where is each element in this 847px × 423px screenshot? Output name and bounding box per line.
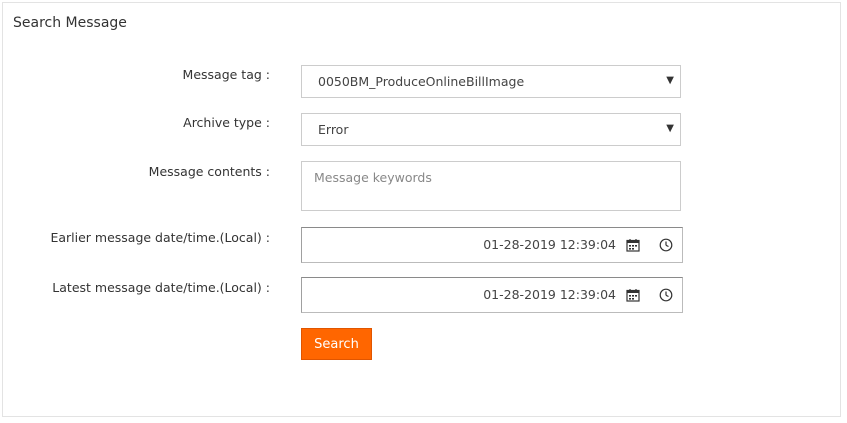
archive-type-label: Archive type : — [183, 115, 270, 130]
latest-datetime-input[interactable]: 01-28-2019 12:39:04 — [301, 277, 683, 313]
earlier-datetime-input[interactable]: 01-28-2019 12:39:04 — [301, 227, 683, 263]
earlier-datetime-label: Earlier message date/time.(Local) : — [50, 230, 270, 245]
search-message-panel: Search Message Message tag : 0050BM_Prod… — [2, 2, 841, 417]
chevron-down-icon: ▼ — [666, 75, 674, 86]
message-tag-select[interactable]: 0050BM_ProduceOnlineBillImage ▼ — [301, 65, 681, 98]
message-contents-label: Message contents : — [148, 164, 270, 179]
chevron-down-icon: ▼ — [666, 123, 674, 134]
message-contents-input[interactable] — [301, 161, 681, 211]
clock-icon[interactable] — [659, 238, 673, 252]
latest-datetime-value: 01-28-2019 12:39:04 — [483, 287, 616, 302]
search-button[interactable]: Search — [301, 328, 372, 360]
calendar-icon[interactable] — [626, 288, 640, 302]
calendar-icon[interactable] — [626, 238, 640, 252]
archive-type-select[interactable]: Error ▼ — [301, 113, 681, 146]
archive-type-value: Error — [318, 122, 349, 137]
clock-icon[interactable] — [659, 288, 673, 302]
message-tag-label: Message tag : — [182, 67, 270, 82]
earlier-datetime-value: 01-28-2019 12:39:04 — [483, 237, 616, 252]
panel-title: Search Message — [13, 15, 127, 31]
latest-datetime-label: Latest message date/time.(Local) : — [52, 280, 270, 295]
message-tag-value: 0050BM_ProduceOnlineBillImage — [318, 74, 525, 89]
